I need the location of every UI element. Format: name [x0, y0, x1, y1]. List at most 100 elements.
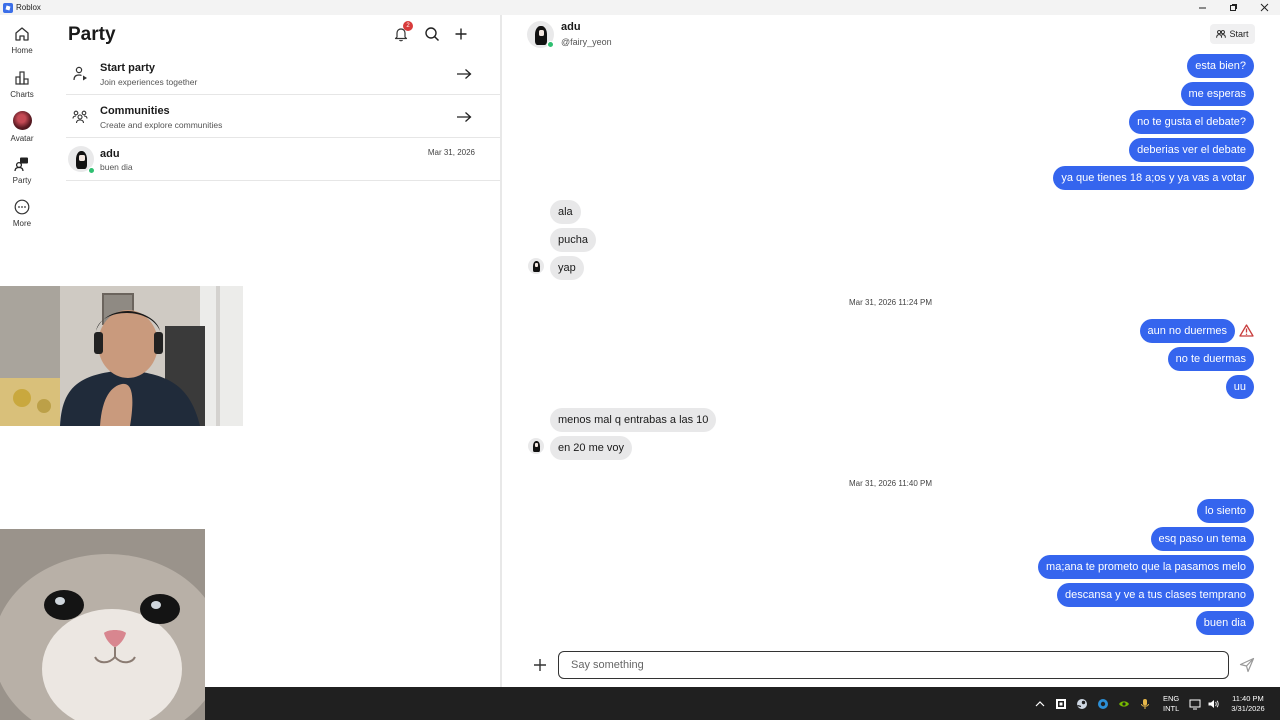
language-indicator[interactable]: ENG INTL	[1163, 694, 1179, 714]
message-incoming[interactable]: menos mal q entrabas a las 10	[550, 408, 717, 432]
online-status-dot	[88, 167, 95, 174]
start-party-button[interactable]: Start	[1210, 24, 1255, 44]
network-tray-icon[interactable]	[1097, 698, 1109, 710]
message-incoming[interactable]: en 20 me voy	[550, 436, 633, 460]
message-outgoing[interactable]: aun no duermes	[1139, 319, 1235, 343]
nav-label-avatar: Avatar	[10, 134, 34, 143]
nav-label-charts: Charts	[10, 90, 34, 99]
chat-contact-name[interactable]: adu	[561, 21, 581, 33]
nav-item-charts[interactable]: Charts	[0, 70, 44, 99]
message-incoming[interactable]: pucha	[550, 228, 596, 252]
roblox-window: { "window": { "title": "Roblox" }, "nav"…	[0, 0, 1280, 720]
nav-label-party: Party	[12, 176, 32, 185]
search-button[interactable]	[423, 25, 441, 43]
message-outgoing[interactable]: lo siento	[1197, 499, 1254, 523]
message-outgoing[interactable]: me esperas	[1180, 82, 1254, 106]
minimize-icon	[1199, 7, 1206, 9]
message-outgoing[interactable]: esq paso un tema	[1150, 527, 1254, 551]
webcam-person-image	[0, 286, 243, 426]
party-icon	[14, 157, 28, 172]
panel-divider	[500, 15, 502, 687]
plus-icon	[455, 28, 467, 40]
home-icon	[15, 27, 29, 41]
notification-badge: 2	[403, 21, 413, 31]
title-bar: Roblox	[0, 0, 1280, 15]
restore-icon	[1230, 4, 1237, 11]
warning-icon[interactable]	[1239, 324, 1254, 337]
nav-label-home: Home	[11, 46, 33, 55]
system-tray: ENG INTL 11:40 PM 3/31/2026	[1034, 687, 1265, 720]
volume-icon[interactable]	[1207, 698, 1219, 710]
window-title: Roblox	[16, 3, 41, 12]
sender-avatar	[528, 438, 544, 454]
conversation-preview: buen dia	[100, 162, 133, 172]
steam-icon[interactable]	[1076, 698, 1088, 710]
plus-icon	[534, 659, 546, 671]
arrow-right-icon	[457, 69, 472, 79]
nav-item-avatar[interactable]: Avatar	[0, 111, 44, 143]
message-outgoing[interactable]: descansa y ve a tus clases temprano	[1057, 583, 1254, 607]
message-timestamp: Mar 31, 2026 11:24 PM	[848, 298, 932, 307]
windows-taskbar: ENG INTL 11:40 PM 3/31/2026	[205, 687, 1280, 720]
arrow-right-icon	[457, 112, 472, 122]
charts-icon	[15, 71, 29, 85]
communities-icon	[72, 110, 88, 124]
webcam-overlay-cat	[0, 529, 205, 720]
start-party-title: Start party	[100, 62, 156, 74]
message-outgoing[interactable]: ya que tienes 18 a;os y ya vas a votar	[1053, 166, 1254, 190]
more-icon	[14, 199, 30, 215]
clock-date: 3/31/2026	[1231, 703, 1265, 713]
message-incoming[interactable]: yap	[550, 256, 584, 280]
communities-title: Communities	[100, 105, 170, 117]
start-button-label: Start	[1229, 29, 1249, 39]
minimize-button[interactable]	[1187, 0, 1218, 15]
message-incoming[interactable]: ala	[550, 200, 581, 224]
nav-item-more[interactable]: More	[0, 199, 44, 228]
message-timestamp: Mar 31, 2026 11:40 PM	[848, 479, 932, 488]
window-controls	[1187, 0, 1280, 15]
language-code: ENG	[1163, 693, 1180, 703]
sender-avatar	[528, 258, 544, 274]
cat-face-image	[0, 529, 205, 720]
keyboard-layout: INTL	[1163, 703, 1180, 713]
message-input[interactable]	[558, 651, 1229, 679]
send-button[interactable]	[1239, 657, 1255, 673]
microphone-icon[interactable]	[1139, 698, 1151, 710]
app-tray-icon[interactable]	[1055, 698, 1067, 710]
avatar-icon	[12, 111, 32, 130]
clock-time: 11:40 PM	[1232, 693, 1264, 703]
add-button[interactable]	[452, 25, 470, 43]
conversation-date: Mar 31, 2026	[427, 148, 475, 157]
nav-item-party[interactable]: Party	[0, 156, 44, 185]
message-outgoing[interactable]: ma;ana te prometo que la pasamos melo	[1038, 555, 1254, 579]
maximize-button[interactable]	[1218, 0, 1249, 15]
message-outgoing[interactable]: buen dia	[1195, 611, 1254, 635]
webcam-overlay-person	[0, 286, 243, 426]
nvidia-icon[interactable]	[1118, 698, 1130, 710]
message-outgoing[interactable]: esta bien?	[1187, 54, 1254, 78]
nav-item-home[interactable]: Home	[0, 26, 44, 55]
close-icon	[1260, 3, 1269, 12]
start-party-row[interactable]: Start party Join experiences together	[66, 52, 500, 95]
nav-label-more: More	[12, 219, 32, 228]
attach-button[interactable]	[532, 657, 548, 673]
start-party-subtitle: Join experiences together	[100, 77, 198, 87]
page-title: Party	[68, 24, 116, 45]
display-icon[interactable]	[1189, 698, 1201, 710]
notifications-button[interactable]: 2	[392, 21, 413, 43]
communities-row[interactable]: Communities Create and explore communiti…	[66, 95, 500, 138]
clock[interactable]: 11:40 PM 3/31/2026	[1231, 694, 1264, 714]
conversation-row[interactable]: adu buen dia Mar 31, 2026	[66, 138, 500, 181]
chevron-up-icon[interactable]	[1034, 698, 1046, 710]
message-outgoing[interactable]: deberias ver el debate	[1129, 138, 1254, 162]
close-button[interactable]	[1249, 0, 1280, 15]
message-outgoing[interactable]: no te duermas	[1167, 347, 1254, 371]
chat-contact-handle: @fairy_yeon	[561, 37, 612, 47]
message-outgoing[interactable]: no te gusta el debate?	[1129, 110, 1254, 134]
roblox-logo-icon	[3, 2, 13, 13]
conversation-name: adu	[100, 148, 120, 160]
send-icon	[1239, 657, 1255, 673]
communities-subtitle: Create and explore communities	[100, 120, 223, 130]
message-outgoing[interactable]: uu	[1225, 375, 1254, 399]
chat-online-status-dot	[547, 41, 554, 48]
